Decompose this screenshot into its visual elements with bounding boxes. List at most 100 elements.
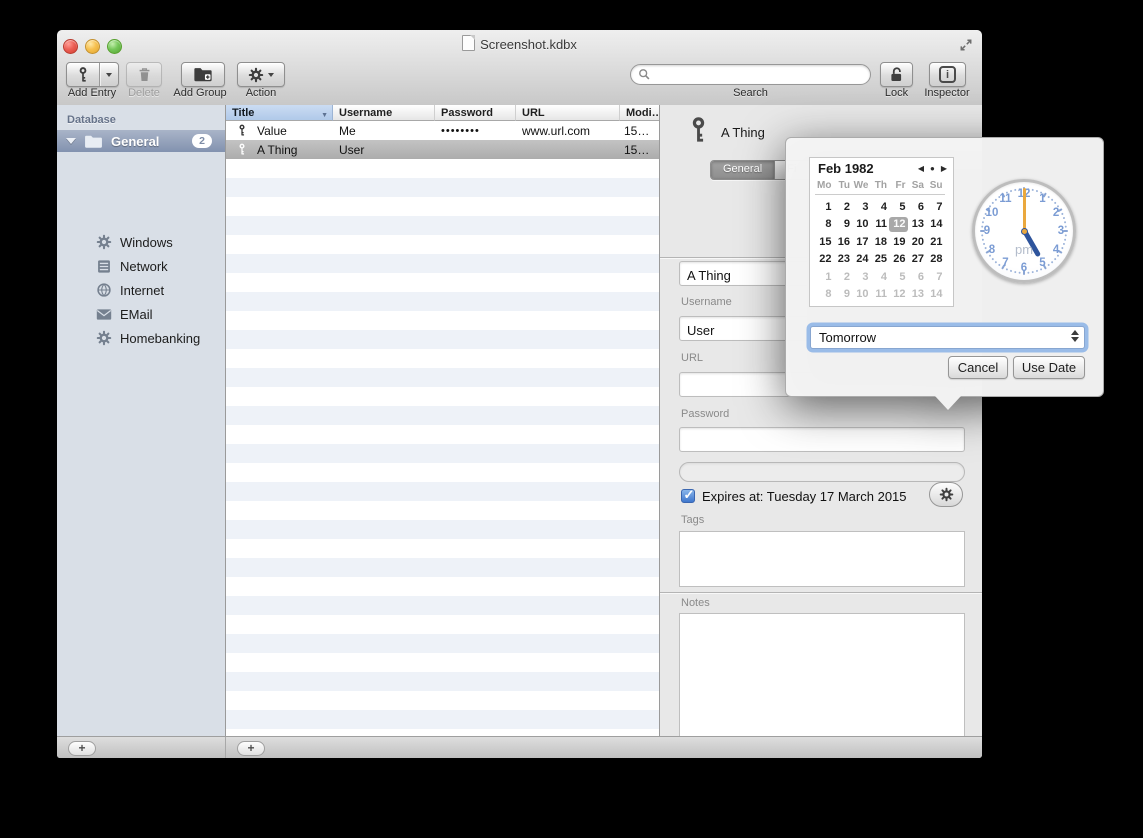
calendar-day[interactable]: 3 [852, 200, 871, 215]
calendar-day[interactable]: 24 [852, 252, 871, 267]
calendar-day[interactable]: 17 [852, 235, 871, 250]
calendar-day[interactable]: 11 [871, 217, 890, 232]
add-entry-caret[interactable] [100, 73, 118, 77]
calendar-day[interactable]: 9 [834, 217, 853, 232]
calendar-day[interactable]: 21 [926, 235, 945, 250]
gear-icon [96, 234, 112, 250]
use-date-button[interactable]: Use Date [1013, 356, 1085, 379]
search-input[interactable] [655, 66, 864, 85]
cell-password: •••••••• [441, 125, 514, 137]
search-label: Search [630, 87, 871, 99]
sidebar-item-windows[interactable]: Windows [57, 230, 225, 254]
inspector-button[interactable]: i [929, 62, 966, 87]
lock-open-icon [888, 66, 905, 83]
calendar-day[interactable]: 1 [815, 200, 834, 215]
column-header-username[interactable]: Username [333, 105, 435, 121]
clock-numeral: 6 [1021, 262, 1027, 274]
calendar-day[interactable]: 22 [815, 252, 834, 267]
sidebar-item-label: Windows [120, 235, 173, 250]
sidebar-item-email[interactable]: EMail [57, 302, 225, 326]
calendar-day[interactable]: 18 [871, 235, 890, 250]
clock-period-label: pm [1015, 242, 1033, 257]
calendar-day[interactable]: 9 [834, 287, 853, 302]
tags-field[interactable] [679, 531, 965, 587]
calendar-day[interactable]: 13 [908, 287, 927, 302]
delete-button[interactable] [126, 62, 162, 87]
calendar-day[interactable]: 19 [889, 235, 908, 250]
lock-button[interactable] [880, 62, 913, 87]
sidebar-item-homebanking[interactable]: Homebanking [57, 326, 225, 350]
fullscreen-icon[interactable] [957, 38, 975, 52]
calendar-day[interactable]: 12 [889, 217, 908, 232]
document-icon [462, 35, 475, 51]
calendar-day[interactable]: 10 [852, 287, 871, 302]
calendar-day[interactable]: 4 [871, 270, 890, 285]
calendar-day[interactable]: 6 [908, 270, 927, 285]
column-header-title[interactable]: Title▼ [226, 105, 333, 121]
calendar-day[interactable]: 15 [815, 235, 834, 250]
calendar-day[interactable]: 20 [908, 235, 927, 250]
divider [660, 592, 982, 593]
tab-general[interactable]: General [711, 161, 775, 179]
sidebar-item-internet[interactable]: Internet [57, 278, 225, 302]
calendar-day[interactable]: 23 [834, 252, 853, 267]
add-group-plus-button[interactable]: + [68, 741, 96, 756]
calendar-today-icon[interactable]: ● [930, 164, 935, 173]
expiry-presets-button[interactable] [929, 482, 963, 507]
calendar-day[interactable]: 25 [871, 252, 890, 267]
sidebar-item-network[interactable]: Network [57, 254, 225, 278]
url-label: URL [681, 352, 703, 364]
clock-numeral: 10 [986, 207, 999, 219]
calendar-day[interactable]: 7 [926, 270, 945, 285]
action-button[interactable] [237, 62, 285, 87]
calendar-day[interactable]: 11 [871, 287, 890, 302]
calendar-next-icon[interactable]: ▶ [941, 164, 947, 173]
calendar-day[interactable]: 10 [852, 217, 871, 232]
calendar-day[interactable]: 27 [908, 252, 927, 267]
calendar-day[interactable]: 3 [852, 270, 871, 285]
calendar-day[interactable]: 4 [871, 200, 890, 215]
expires-checkbox[interactable] [681, 489, 695, 503]
calendar-day[interactable]: 12 [889, 287, 908, 302]
calendar-day[interactable]: 5 [889, 200, 908, 215]
calendar-day[interactable]: 2 [834, 270, 853, 285]
calendar-day[interactable]: 14 [926, 217, 945, 232]
calendar-prev-icon[interactable]: ◀ [918, 164, 924, 173]
expires-label: Expires at: Tuesday 17 March 2015 [702, 489, 907, 504]
sidebar: Database General 2 Windows Network Inter… [57, 105, 225, 736]
popover-body: Feb 1982 ◀ ● ▶ MoTuWeThFrSaSu12345678910… [785, 137, 1104, 397]
titlebar[interactable]: Screenshot.kdbx [57, 30, 982, 56]
column-header-url[interactable]: URL [516, 105, 620, 121]
cell-title: A Thing [257, 143, 331, 157]
search-field[interactable] [630, 64, 871, 85]
sidebar-group-general[interactable]: General 2 [57, 130, 225, 152]
cancel-button[interactable]: Cancel [948, 356, 1008, 379]
calendar-day[interactable]: 26 [889, 252, 908, 267]
table-row-selected[interactable]: A Thing User 15… [226, 140, 659, 159]
add-entry-button[interactable] [66, 62, 119, 87]
calendar-day[interactable]: 16 [834, 235, 853, 250]
add-entry-label: Add Entry [57, 87, 127, 99]
key-icon [236, 123, 248, 138]
disclosure-triangle-icon[interactable] [66, 138, 76, 144]
password-field[interactable] [679, 427, 965, 452]
calendar-day[interactable]: 5 [889, 270, 908, 285]
calendar-day[interactable]: 6 [908, 200, 927, 215]
add-group-button[interactable] [181, 62, 225, 87]
entry-title: A Thing [721, 125, 765, 140]
calendar-day[interactable]: 7 [926, 200, 945, 215]
calendar-day[interactable]: 2 [834, 200, 853, 215]
calendar-day[interactable]: 28 [926, 252, 945, 267]
expiry-preset-dropdown[interactable]: Tomorrow [810, 326, 1085, 349]
chevron-down-icon [106, 73, 112, 77]
calendar-day[interactable]: 1 [815, 270, 834, 285]
add-entry-plus-button[interactable]: + [237, 741, 265, 756]
calendar-day[interactable]: 8 [815, 217, 834, 232]
column-header-modified[interactable]: Modi… [620, 105, 659, 121]
calendar-day[interactable]: 14 [926, 287, 945, 302]
calendar-day[interactable]: 8 [815, 287, 834, 302]
calendar-day[interactable]: 13 [908, 217, 927, 232]
table-row[interactable]: Value Me •••••••• www.url.com 15… [226, 121, 659, 140]
key-icon [75, 66, 91, 84]
column-header-password[interactable]: Password [435, 105, 516, 121]
